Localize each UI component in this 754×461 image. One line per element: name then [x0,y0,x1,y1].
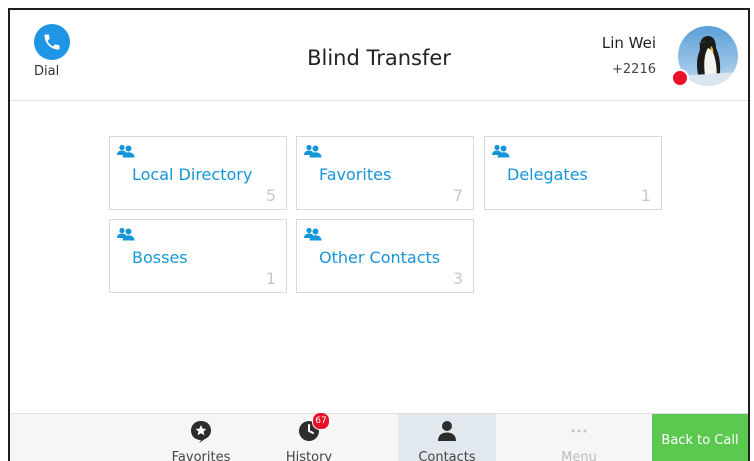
tab-label: Favorites [171,450,231,461]
tab-history[interactable]: 67 History [260,412,358,461]
group-icon [117,226,135,245]
dial-label: Dial [34,64,60,79]
back-to-call-button[interactable]: Back to Call [652,414,748,461]
contact-group-label: Delegates [507,165,588,184]
group-icon [304,143,322,162]
phone-screen: Dial Blind Transfer Lin Wei +2216 Local … [8,8,750,461]
person-icon [398,420,496,444]
contact-group-count: 7 [452,186,463,205]
contact-group-count: 5 [265,186,276,205]
contact-group-other-contacts[interactable]: Other Contacts 3 [296,219,474,293]
tab-menu[interactable]: Menu [530,414,628,461]
user-extension: +2216 [612,62,656,77]
tab-favorites[interactable]: Favorites [152,414,250,461]
contact-group-count: 3 [452,269,463,288]
contacts-grid: Local Directory 5 Favorites 7 Delegates … [10,102,748,414]
phone-icon [34,24,70,60]
contact-group-label: Other Contacts [319,248,441,267]
tab-label: Menu [561,450,597,461]
contact-group-favorites[interactable]: Favorites 7 [296,136,474,210]
contact-group-label: Favorites [319,165,392,184]
header: Dial Blind Transfer Lin Wei +2216 [10,10,748,101]
contact-group-delegates[interactable]: Delegates 1 [484,136,662,210]
user-name: Lin Wei [601,34,656,52]
dial-button[interactable]: Dial [30,24,74,79]
group-icon [304,226,322,245]
contact-group-label: Local Directory [132,165,253,184]
bottom-nav-bar: Favorites 67 History Contacts Menu Back … [10,412,748,461]
contact-group-count: 1 [265,269,276,288]
history-clock-icon [260,420,358,444]
tab-label: History [285,450,333,461]
contact-group-bosses[interactable]: Bosses 1 [109,219,287,293]
dots-icon [530,420,628,444]
contact-group-count: 1 [640,186,651,205]
tab-label: Contacts [418,450,476,461]
favorites-star-icon [152,420,250,444]
group-icon [117,143,135,162]
contact-group-label: Bosses [132,248,188,267]
user-info: Lin Wei +2216 [602,34,656,77]
group-icon [492,143,510,162]
history-badge: 67 [312,412,330,430]
tab-contacts[interactable]: Contacts [398,414,496,461]
presence-busy-indicator [671,69,689,87]
contact-group-local-directory[interactable]: Local Directory 5 [109,136,287,210]
